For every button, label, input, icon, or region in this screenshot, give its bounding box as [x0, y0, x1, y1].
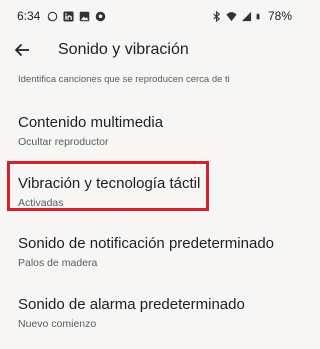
list-item-notification-sound[interactable]: Sonido de notificación predeterminado Pa…: [0, 235, 308, 275]
list-item-subtitle: Palos de madera: [18, 257, 98, 269]
bluetooth-icon: [213, 10, 221, 22]
photo-icon: [80, 11, 90, 21]
list-item-title: Contenido multimedia: [18, 114, 164, 131]
app-bar: Sonido y vibración: [0, 30, 308, 74]
list-item-title: Sonido de alarma predeterminado: [18, 296, 245, 313]
list-item-subtitle: Activadas: [18, 197, 64, 209]
list-item-vibration-haptics[interactable]: Vibración y tecnología táctil Activadas: [0, 175, 308, 215]
battery-percentage: 78%: [267, 9, 292, 23]
list-item-title: Vibración y tecnología táctil: [18, 175, 201, 192]
soccer-ball-icon: [96, 11, 106, 21]
list-item-multimedia[interactable]: Contenido multimedia Ocultar reproductor: [0, 114, 308, 154]
list-item-subtitle: Ocultar reproductor: [18, 136, 109, 148]
signal-icon: [241, 11, 252, 21]
partial-item-subtitle: Identifica canciones que se reproducen c…: [18, 74, 230, 85]
back-button[interactable]: [10, 38, 34, 62]
wifi-icon: [226, 11, 237, 21]
arrow-back-icon: [14, 43, 29, 57]
list-item-title: Sonido de notificación predeterminado: [18, 235, 275, 252]
status-time: 6:34: [17, 9, 41, 23]
whatsapp-icon: [48, 11, 58, 21]
list-item-alarm-sound[interactable]: Sonido de alarma predeterminado Nuevo co…: [0, 296, 308, 336]
status-right: 78%: [211, 9, 292, 23]
linkedin-icon: [63, 10, 74, 22]
list-item-subtitle: Nuevo comienzo: [18, 318, 97, 330]
status-left: 6:34: [17, 9, 106, 23]
page-title: Sonido y vibración: [58, 41, 189, 58]
battery-icon: [256, 12, 260, 19]
settings-screen: 6:34 78% Sonido y vibración Identifica c…: [0, 0, 308, 349]
status-bar: 6:34 78%: [0, 0, 308, 30]
